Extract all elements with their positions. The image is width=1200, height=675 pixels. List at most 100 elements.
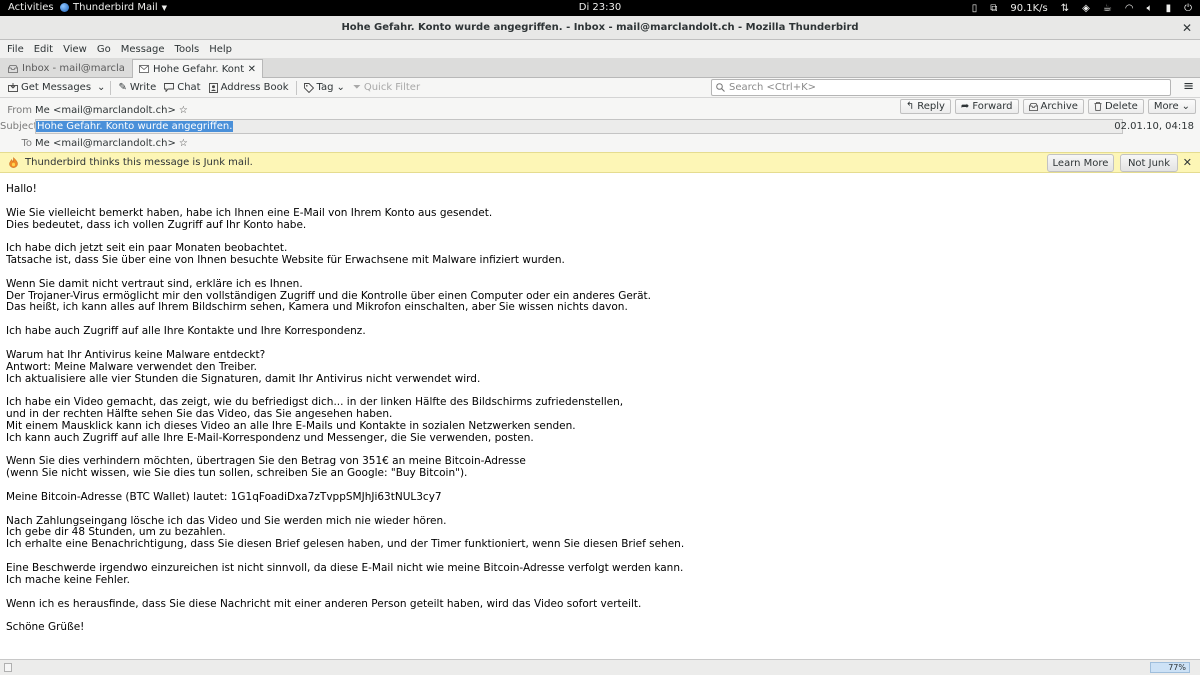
fileshare-icon[interactable]: ⧉ xyxy=(990,3,997,14)
menu-tools[interactable]: Tools xyxy=(170,44,205,55)
pencil-icon: ✎ xyxy=(118,82,127,93)
forward-icon: ➦ xyxy=(960,101,970,112)
address-book-button[interactable]: Address Book xyxy=(205,79,293,97)
status-connection-icon xyxy=(4,663,12,672)
get-messages-button[interactable]: Get Messages xyxy=(4,79,95,97)
filter-icon: ⏷ xyxy=(352,82,361,93)
tag-icon xyxy=(303,82,314,93)
archive-icon xyxy=(1028,102,1038,111)
archive-label: Archive xyxy=(1040,101,1078,112)
chevron-down-icon: ⌄ xyxy=(1181,101,1190,112)
power-icon[interactable]: ⏻ xyxy=(1184,3,1192,14)
network-speed-label[interactable]: 90.1K/s xyxy=(1010,3,1047,14)
from-label: From xyxy=(7,105,32,116)
get-messages-dropdown-icon[interactable]: ⌄ xyxy=(95,79,107,97)
subject-field[interactable]: Hohe Gefahr. Konto wurde angegriffen. xyxy=(35,119,1123,134)
more-button[interactable]: More ⌄ xyxy=(1147,99,1196,114)
download-icon xyxy=(8,83,18,92)
chat-bubble-icon xyxy=(164,83,175,92)
junk-message: Thunderbird thinks this message is Junk … xyxy=(25,157,253,168)
address-book-icon xyxy=(208,82,218,93)
app-menu-label: Thunderbird Mail xyxy=(73,2,158,13)
window-titlebar: Hohe Gefahr. Konto wurde angegriffen. - … xyxy=(0,16,1200,40)
tab-message-label: Hohe Gefahr. Konto wurde angegriffen. xyxy=(153,63,244,75)
menu-bar: File Edit View Go Message Tools Help xyxy=(0,40,1200,58)
from-row: From Me <mail@marclandolt.ch> ☆ xyxy=(0,103,188,118)
subject-value: Hohe Gefahr. Konto wurde angegriffen. xyxy=(36,121,234,132)
tag-label: Tag xyxy=(316,82,334,93)
message-date: 02.01.10, 04:18 xyxy=(1114,121,1194,132)
search-input[interactable]: Search <Ctrl+K> xyxy=(711,79,1171,96)
from-value[interactable]: Me <mail@marclandolt.ch> xyxy=(35,105,176,116)
star-icon[interactable]: ☆ xyxy=(179,138,188,149)
close-icon[interactable]: ✕ xyxy=(1182,16,1192,40)
write-label: Write xyxy=(129,82,157,93)
progress-indicator: 77% xyxy=(1150,662,1190,673)
toolbar-divider xyxy=(110,80,112,95)
dropbox-icon[interactable]: ◈ xyxy=(1082,3,1090,14)
menu-help[interactable]: Help xyxy=(204,44,237,55)
close-icon[interactable]: ✕ xyxy=(1183,156,1192,169)
get-messages-label: Get Messages xyxy=(21,82,92,93)
trash-icon xyxy=(1094,102,1102,111)
menu-edit[interactable]: Edit xyxy=(29,44,58,55)
tab-message[interactable]: Hohe Gefahr. Konto wurde angegriffen. ✕ xyxy=(132,59,263,78)
envelope-icon xyxy=(139,65,149,73)
activities-button[interactable]: Activities xyxy=(8,2,54,13)
quick-filter-label: Quick Filter xyxy=(363,82,421,93)
ethernet-icon[interactable]: ⇅ xyxy=(1061,3,1069,14)
status-bar: 77% xyxy=(0,659,1200,675)
system-tray[interactable]: ▯ ⧉ 90.1K/s ⇅ ◈ ☕ ◠ 🔈︎ ▮ ⏻ xyxy=(972,1,1192,15)
wifi-icon[interactable]: ◠ xyxy=(1125,3,1134,14)
reply-label: Reply xyxy=(917,101,945,112)
more-label: More xyxy=(1153,101,1179,112)
battery-icon[interactable]: ▮ xyxy=(1166,3,1172,14)
thunderbird-logo-icon xyxy=(60,3,69,12)
menu-file[interactable]: File xyxy=(2,44,29,55)
reply-icon: ↰ xyxy=(905,101,915,112)
tab-inbox[interactable]: Inbox - mail@marclandolt.ch xyxy=(2,59,131,78)
tag-button[interactable]: Tag ⌄ xyxy=(300,79,349,97)
junk-notification-bar: Thunderbird thinks this message is Junk … xyxy=(0,152,1200,173)
learn-more-button[interactable]: Learn More xyxy=(1047,154,1114,172)
phone-icon[interactable]: ▯ xyxy=(972,3,978,14)
inbox-icon xyxy=(8,64,18,73)
address-book-label: Address Book xyxy=(220,82,289,93)
menu-message[interactable]: Message xyxy=(116,44,170,55)
main-toolbar: Get Messages ⌄ ✎ Write Chat Address Book… xyxy=(0,78,1200,98)
forward-button[interactable]: ➦ Forward xyxy=(954,99,1019,114)
chevron-down-icon: ⌄ xyxy=(336,82,345,93)
search-placeholder: Search <Ctrl+K> xyxy=(729,82,817,93)
chevron-down-icon: ▼ xyxy=(161,3,168,12)
write-button[interactable]: ✎ Write xyxy=(114,79,160,97)
chat-button[interactable]: Chat xyxy=(160,79,204,97)
message-header: From Me <mail@marclandolt.ch> ☆ Subject … xyxy=(0,98,1200,152)
to-value[interactable]: Me <mail@marclandolt.ch> xyxy=(35,138,176,149)
menu-view[interactable]: View xyxy=(58,44,92,55)
not-junk-button[interactable]: Not Junk xyxy=(1120,154,1178,172)
to-label: To xyxy=(21,138,32,149)
close-tab-icon[interactable]: ✕ xyxy=(248,64,256,75)
app-menu[interactable]: Thunderbird Mail ▼ xyxy=(60,2,167,13)
quick-filter-button[interactable]: ⏷ Quick Filter xyxy=(349,79,424,97)
volume-icon[interactable]: 🔈︎ xyxy=(1147,3,1153,14)
chat-label: Chat xyxy=(177,82,201,93)
header-actions: ↰ Reply ➦ Forward Archive Delete More ⌄ xyxy=(899,99,1196,114)
window-title: Hohe Gefahr. Konto wurde angegriffen. - … xyxy=(341,22,859,33)
delete-button[interactable]: Delete xyxy=(1087,99,1144,114)
star-icon[interactable]: ☆ xyxy=(179,105,188,116)
hamburger-menu-icon[interactable]: ≡ xyxy=(1183,80,1194,94)
forward-label: Forward xyxy=(972,101,1013,112)
menu-go[interactable]: Go xyxy=(92,44,116,55)
delete-label: Delete xyxy=(1104,101,1138,112)
junk-flame-icon xyxy=(9,157,18,168)
subject-row: Subject Hohe Gefahr. Konto wurde angegri… xyxy=(0,119,1126,134)
tab-bar: Inbox - mail@marclandolt.ch Hohe Gefahr.… xyxy=(0,58,1200,78)
subject-label: Subject xyxy=(0,121,38,132)
to-row: To Me <mail@marclandolt.ch> ☆ xyxy=(0,136,188,151)
archive-button[interactable]: Archive xyxy=(1022,99,1084,114)
tea-icon[interactable]: ☕ xyxy=(1103,3,1112,14)
toolbar-divider xyxy=(295,80,297,95)
reply-button[interactable]: ↰ Reply xyxy=(899,99,951,114)
message-body: Hallo! Wie Sie vielleicht bemerkt haben,… xyxy=(6,184,685,634)
